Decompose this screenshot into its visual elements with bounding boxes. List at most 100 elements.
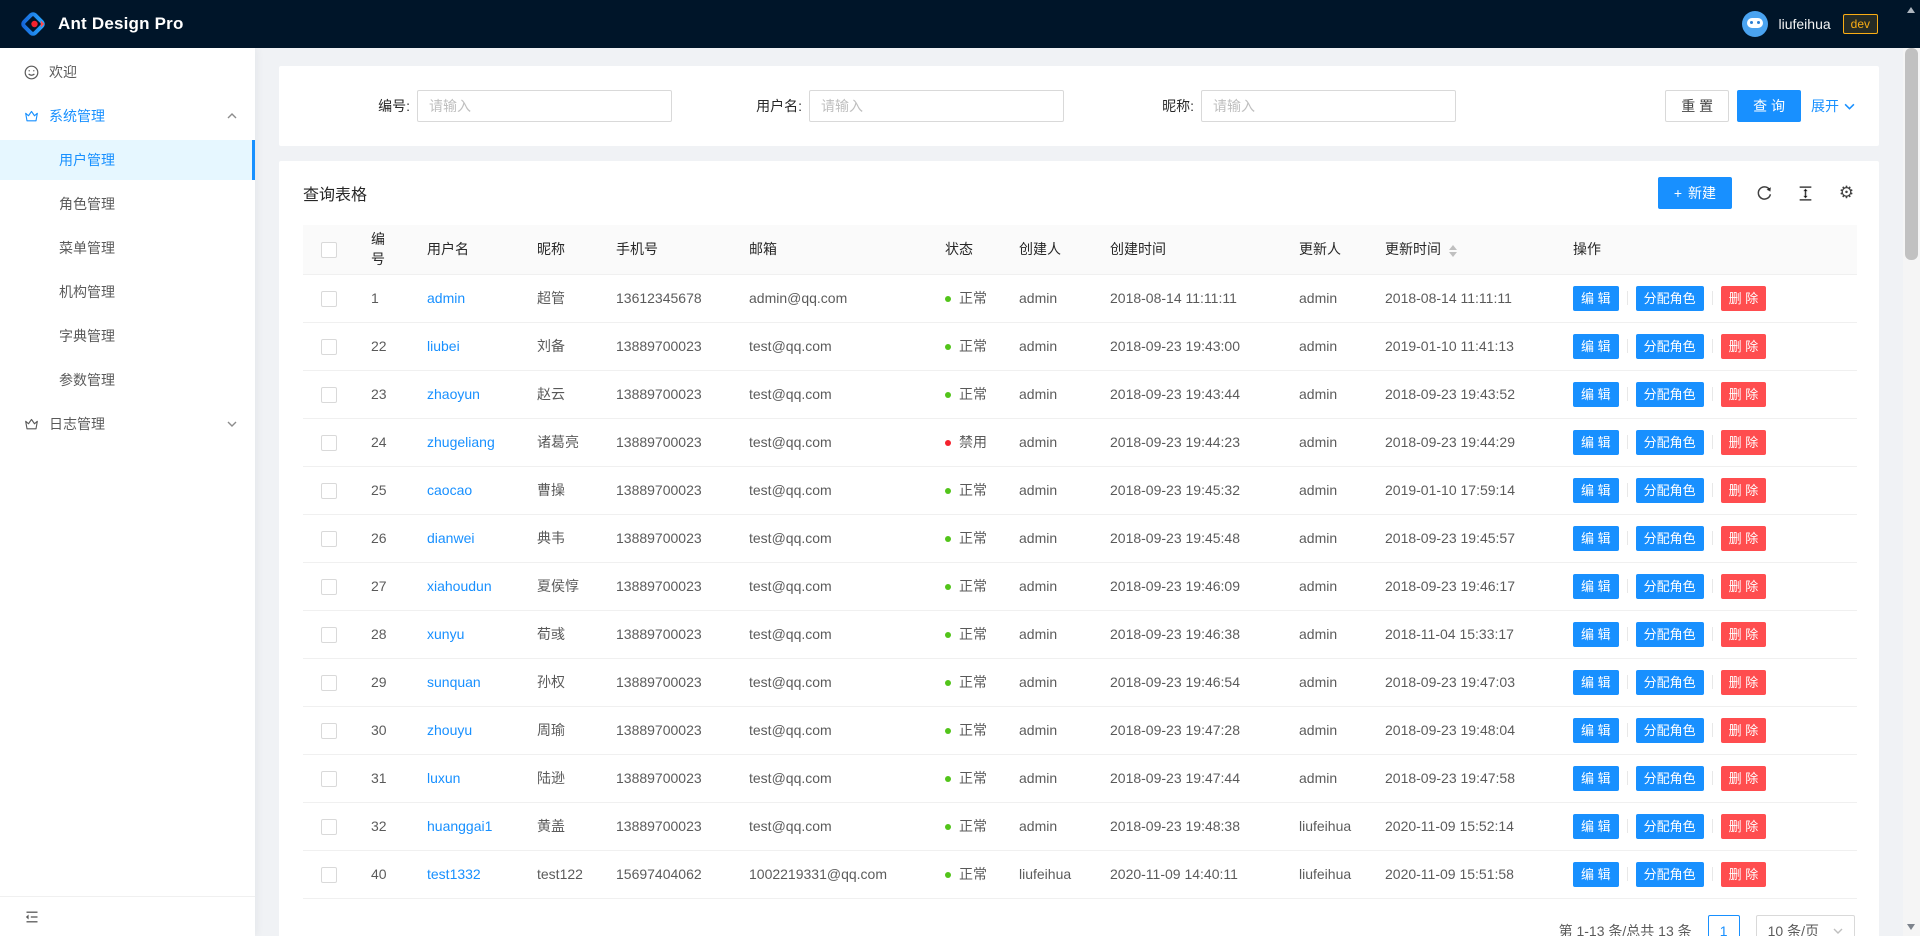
status-badge: 正常 bbox=[929, 466, 1003, 514]
sidebar-item-params[interactable]: 参数管理 bbox=[0, 360, 255, 400]
edit-button[interactable]: 编 辑 bbox=[1573, 382, 1619, 407]
assign-role-button[interactable]: 分配角色 bbox=[1636, 382, 1704, 407]
sidebar-item-menus[interactable]: 菜单管理 bbox=[0, 228, 255, 268]
row-checkbox[interactable] bbox=[321, 771, 337, 787]
row-checkbox[interactable] bbox=[321, 339, 337, 355]
select-all-checkbox[interactable] bbox=[321, 242, 337, 258]
row-checkbox[interactable] bbox=[321, 483, 337, 499]
row-checkbox[interactable] bbox=[321, 531, 337, 547]
delete-button[interactable]: 删 除 bbox=[1721, 334, 1767, 359]
username-input[interactable] bbox=[809, 90, 1064, 122]
page-size-select[interactable]: 10 条/页 bbox=[1756, 915, 1855, 936]
reset-button[interactable]: 重 置 bbox=[1665, 90, 1729, 122]
username-link[interactable]: xiahoudun bbox=[427, 578, 492, 594]
assign-role-button[interactable]: 分配角色 bbox=[1636, 526, 1704, 551]
username-link[interactable]: zhaoyun bbox=[427, 386, 480, 402]
assign-role-button[interactable]: 分配角色 bbox=[1636, 766, 1704, 791]
sidebar-item-logs[interactable]: 日志管理 bbox=[0, 404, 255, 444]
assign-role-button[interactable]: 分配角色 bbox=[1636, 430, 1704, 455]
edit-button[interactable]: 编 辑 bbox=[1573, 526, 1619, 551]
row-checkbox[interactable] bbox=[321, 579, 337, 595]
delete-button[interactable]: 删 除 bbox=[1721, 862, 1767, 887]
row-checkbox[interactable] bbox=[321, 723, 337, 739]
delete-button[interactable]: 删 除 bbox=[1721, 382, 1767, 407]
edit-button[interactable]: 编 辑 bbox=[1573, 430, 1619, 455]
username-link[interactable]: huanggai1 bbox=[427, 818, 492, 834]
assign-role-button[interactable]: 分配角色 bbox=[1636, 622, 1704, 647]
assign-role-button[interactable]: 分配角色 bbox=[1636, 814, 1704, 839]
column-height-icon[interactable] bbox=[1797, 185, 1814, 202]
username-link[interactable]: dianwei bbox=[427, 530, 474, 546]
sidebar-item-users[interactable]: 用户管理 bbox=[0, 140, 255, 180]
edit-button[interactable]: 编 辑 bbox=[1573, 286, 1619, 311]
row-checkbox[interactable] bbox=[321, 867, 337, 883]
delete-button[interactable]: 删 除 bbox=[1721, 718, 1767, 743]
assign-role-button[interactable]: 分配角色 bbox=[1636, 574, 1704, 599]
settings-gear-icon[interactable]: ⚙ bbox=[1838, 185, 1855, 202]
scroll-thumb[interactable] bbox=[1905, 48, 1918, 260]
row-checkbox[interactable] bbox=[321, 819, 337, 835]
row-checkbox[interactable] bbox=[321, 435, 337, 451]
username-link[interactable]: sunquan bbox=[427, 674, 481, 690]
edit-button[interactable]: 编 辑 bbox=[1573, 766, 1619, 791]
scroll-down-arrow[interactable] bbox=[1907, 924, 1915, 930]
edit-button[interactable]: 编 辑 bbox=[1573, 862, 1619, 887]
sidebar-item-orgs[interactable]: 机构管理 bbox=[0, 272, 255, 312]
id-input[interactable] bbox=[417, 90, 672, 122]
scroll-up-arrow[interactable] bbox=[1907, 7, 1915, 13]
username-link[interactable]: zhouyu bbox=[427, 722, 472, 738]
edit-button[interactable]: 编 辑 bbox=[1573, 814, 1619, 839]
delete-button[interactable]: 删 除 bbox=[1721, 286, 1767, 311]
delete-button[interactable]: 删 除 bbox=[1721, 430, 1767, 455]
expand-link[interactable]: 展开 bbox=[1811, 96, 1855, 116]
page-button-1[interactable]: 1 bbox=[1708, 915, 1740, 936]
delete-button[interactable]: 删 除 bbox=[1721, 766, 1767, 791]
column-header-updated[interactable]: 更新时间 bbox=[1369, 225, 1557, 274]
search-button[interactable]: 查 询 bbox=[1737, 90, 1801, 122]
username-link[interactable]: test1332 bbox=[427, 866, 481, 882]
new-button[interactable]: + 新建 bbox=[1658, 177, 1732, 209]
assign-role-button[interactable]: 分配角色 bbox=[1636, 334, 1704, 359]
assign-role-button[interactable]: 分配角色 bbox=[1636, 670, 1704, 695]
delete-button[interactable]: 删 除 bbox=[1721, 574, 1767, 599]
assign-role-button[interactable]: 分配角色 bbox=[1636, 862, 1704, 887]
username-link[interactable]: liubei bbox=[427, 338, 460, 354]
row-checkbox[interactable] bbox=[321, 627, 337, 643]
delete-button[interactable]: 删 除 bbox=[1721, 670, 1767, 695]
reload-icon[interactable] bbox=[1756, 185, 1773, 202]
cell-updated: 2018-09-23 19:46:17 bbox=[1369, 562, 1557, 610]
delete-button[interactable]: 删 除 bbox=[1721, 814, 1767, 839]
sidebar-collapse-button[interactable] bbox=[24, 909, 40, 925]
row-checkbox[interactable] bbox=[321, 675, 337, 691]
header-username[interactable]: liufeihua bbox=[1778, 16, 1830, 32]
username-link[interactable]: xunyu bbox=[427, 626, 464, 642]
edit-button[interactable]: 编 辑 bbox=[1573, 622, 1619, 647]
username-link[interactable]: admin bbox=[427, 290, 465, 306]
sidebar-item-dicts[interactable]: 字典管理 bbox=[0, 316, 255, 356]
username-link[interactable]: luxun bbox=[427, 770, 460, 786]
assign-role-button[interactable]: 分配角色 bbox=[1636, 478, 1704, 503]
edit-button[interactable]: 编 辑 bbox=[1573, 670, 1619, 695]
status-text: 正常 bbox=[959, 722, 987, 738]
sidebar-item-welcome[interactable]: 欢迎 bbox=[0, 52, 255, 92]
edit-button[interactable]: 编 辑 bbox=[1573, 574, 1619, 599]
username-link[interactable]: caocao bbox=[427, 482, 472, 498]
scrollbar-track[interactable] bbox=[1903, 0, 1920, 936]
assign-role-button[interactable]: 分配角色 bbox=[1636, 718, 1704, 743]
delete-button[interactable]: 删 除 bbox=[1721, 478, 1767, 503]
username-link[interactable]: zhugeliang bbox=[427, 434, 495, 450]
nickname-input[interactable] bbox=[1201, 90, 1456, 122]
delete-button[interactable]: 删 除 bbox=[1721, 622, 1767, 647]
main-content: 编号: 用户名: 昵称: 重 置 查 询 展开 查询表格 bbox=[255, 48, 1903, 936]
sidebar-item-roles[interactable]: 角色管理 bbox=[0, 184, 255, 224]
edit-button[interactable]: 编 辑 bbox=[1573, 334, 1619, 359]
sidebar-item-system[interactable]: 系统管理 bbox=[0, 96, 255, 136]
app-logo[interactable]: Ant Design Pro bbox=[18, 9, 184, 39]
delete-button[interactable]: 删 除 bbox=[1721, 526, 1767, 551]
edit-button[interactable]: 编 辑 bbox=[1573, 718, 1619, 743]
assign-role-button[interactable]: 分配角色 bbox=[1636, 286, 1704, 311]
row-checkbox[interactable] bbox=[321, 387, 337, 403]
row-checkbox[interactable] bbox=[321, 291, 337, 307]
edit-button[interactable]: 编 辑 bbox=[1573, 478, 1619, 503]
user-avatar[interactable] bbox=[1742, 11, 1768, 37]
